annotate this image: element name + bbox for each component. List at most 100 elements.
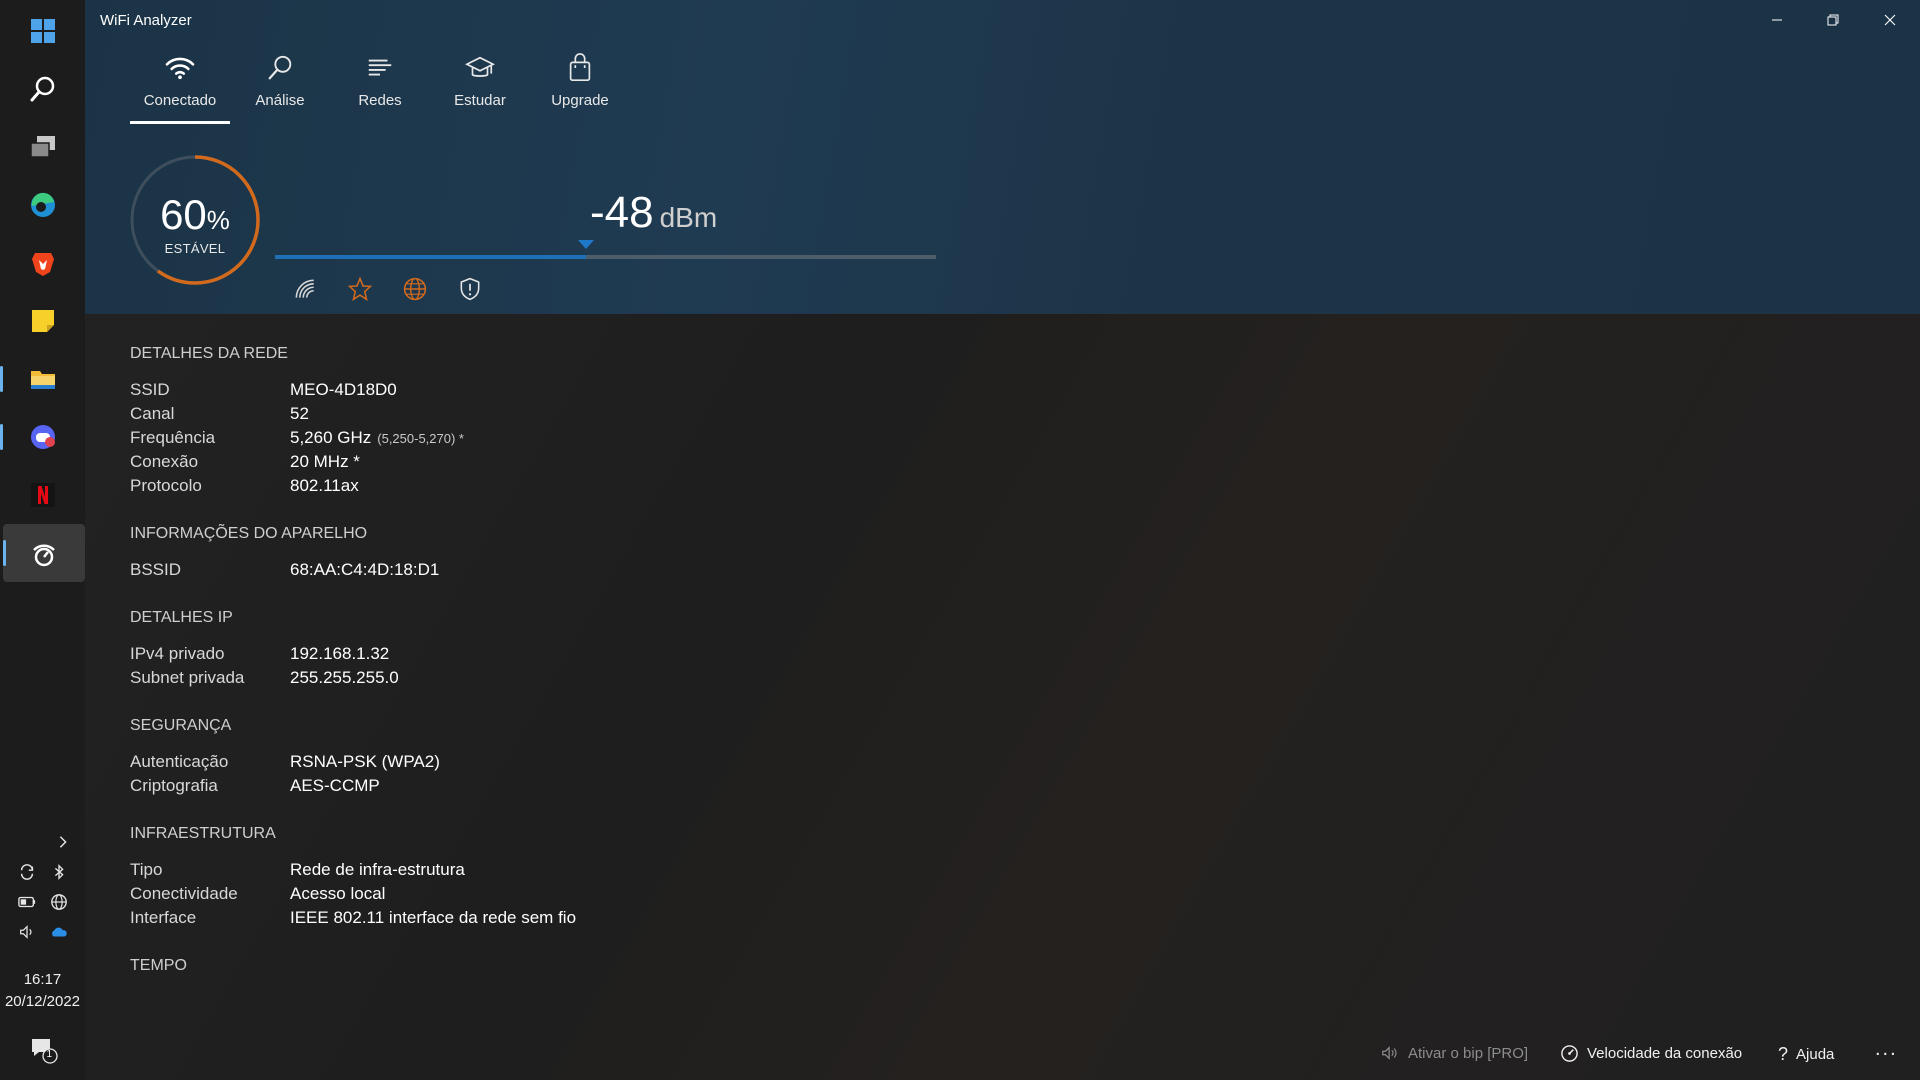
help-label: Ajuda [1796, 1046, 1835, 1063]
volume-icon[interactable] [16, 921, 38, 943]
clock-date: 20/12/2022 [4, 993, 81, 1010]
shield-alert-icon [460, 277, 480, 301]
crypto-value: AES-CCMP [290, 776, 380, 795]
detail-key: Canal [130, 404, 175, 423]
active-indicator [2, 540, 6, 566]
running-indicator [0, 424, 3, 450]
section-title: DETALHES DA REDE [130, 345, 288, 362]
minimize-icon [1772, 19, 1782, 21]
app-window: WiFi Analyzer Conectado Análise Redes Es… [85, 0, 1920, 1080]
network-globe-icon[interactable] [48, 891, 70, 913]
list-icon [368, 59, 392, 76]
running-indicator [0, 366, 3, 392]
detail-row: Interface IEEE 802.11 interface da rede s… [130, 906, 1030, 930]
windows-logo-icon [30, 19, 55, 43]
start-button[interactable] [0, 2, 85, 60]
clock[interactable]: 16:17 20/12/2022 [5, 969, 80, 1013]
detail-key: Interface [130, 908, 197, 927]
signal-strength-fill [275, 255, 586, 259]
magnifier-icon [268, 55, 292, 80]
security-section: SEGURANÇA Autenticação RSNA-PSK (WPA2) Cr… [130, 712, 1030, 798]
dbm-value: -48 [590, 188, 654, 237]
battery-icon[interactable] [16, 891, 38, 913]
file-explorer-app-button[interactable] [0, 350, 85, 408]
internet-check-button[interactable] [400, 274, 430, 304]
star-icon [347, 276, 373, 302]
signal-history-button[interactable] [290, 274, 320, 304]
search-icon [30, 76, 54, 102]
detail-row: SSID MEO-4D18D0 [130, 378, 1030, 402]
tab-redes[interactable]: Redes [330, 50, 430, 124]
signal-strength-bar [275, 255, 936, 259]
section-title: SEGURANÇA [130, 717, 232, 734]
signal-status: ESTÁVEL [164, 241, 226, 256]
edge-app-button[interactable] [0, 176, 85, 234]
restore-icon [1827, 14, 1839, 26]
detail-row: Conectividade Acesso local [130, 882, 1030, 906]
close-button[interactable] [1862, 0, 1918, 40]
ssid-value: MEO-4D18D0 [290, 380, 397, 399]
section-title: DETALHES IP [130, 609, 233, 626]
sync-icon[interactable] [16, 861, 38, 883]
more-options-button[interactable]: ... [1875, 1038, 1898, 1061]
sticky-note-icon [31, 310, 54, 332]
detail-key: BSSID [130, 560, 182, 579]
notification-center-button[interactable]: 1 [28, 1035, 58, 1070]
search-button[interactable] [0, 60, 85, 118]
detail-key: Conexão [130, 452, 199, 471]
detail-row: Frequência 5,260 GHz (5,250-5,270) * [130, 426, 1030, 450]
favorite-button[interactable] [345, 274, 375, 304]
bluetooth-icon[interactable] [48, 861, 70, 883]
game-controller-icon [30, 425, 55, 449]
tab-estudar[interactable]: Estudar [430, 50, 530, 124]
wifi-analyzer-app-button[interactable] [2, 524, 85, 582]
discord-app-button[interactable] [0, 408, 85, 466]
brave-app-button[interactable] [0, 234, 85, 292]
quality-number: 60 [160, 191, 207, 238]
beep-toggle-button[interactable]: Ativar o bip [PRO] [1380, 1044, 1528, 1062]
interface-value: IEEE 802.11 interface da rede sem fio [290, 908, 577, 927]
task-view-button[interactable] [0, 118, 85, 176]
speed-label: Velocidade da conexão [1587, 1045, 1743, 1062]
restore-button[interactable] [1805, 0, 1861, 40]
detail-key: Conectividade [130, 884, 238, 903]
minimize-button[interactable] [1749, 0, 1805, 40]
brave-lion-icon [31, 253, 54, 276]
signal-quality-gauge: 60% ESTÁVEL [128, 153, 262, 287]
ip-section: DETALHES IP IPv4 privado 192.168.1.32 Sub… [130, 604, 1030, 690]
tab-analise[interactable]: Análise [230, 50, 330, 124]
detail-key: IPv4 privado [130, 644, 225, 663]
onedrive-cloud-icon[interactable] [48, 921, 70, 943]
detail-row: Protocolo 802.11ax [130, 474, 1030, 498]
globe-icon [403, 277, 427, 301]
tab-upgrade[interactable]: Upgrade [530, 50, 630, 124]
security-button[interactable] [455, 274, 485, 304]
more-options-icon: ... [1875, 1038, 1898, 1060]
main-tabs: Conectado Análise Redes Estudar Upgrade [130, 50, 630, 124]
detail-key: Tipo [130, 860, 163, 879]
infra-section: INFRAESTRUTURA Tipo Rede de infra-estrutu… [130, 820, 1030, 930]
tab-conectado[interactable]: Conectado [130, 50, 230, 124]
netflix-app-button[interactable] [0, 466, 85, 524]
help-button[interactable]: ? Ajuda [1778, 1044, 1834, 1065]
type-value: Rede de infra-estrutura [290, 860, 465, 879]
detail-row: Canal 52 [130, 402, 1030, 426]
title-bar: WiFi Analyzer [85, 0, 1920, 40]
quick-actions [290, 274, 485, 304]
sticky-notes-app-button[interactable] [0, 292, 85, 350]
device-section: INFORMAÇÕES DO APARELHO BSSID 68:AA:C4:4D… [130, 520, 1030, 582]
close-icon [1884, 14, 1896, 26]
connectivity-value: Acesso local [290, 884, 386, 903]
tab-label: Análise [255, 92, 305, 109]
connection-speed-button[interactable]: Velocidade da conexão [1560, 1044, 1742, 1063]
tab-label: Upgrade [551, 92, 609, 109]
task-view-icon [29, 136, 55, 158]
notification-count: 1 [46, 1049, 53, 1060]
header-band [85, 0, 1920, 314]
time-section: TEMPO [130, 952, 1030, 980]
detail-row: Subnet privada 255.255.255.0 [130, 666, 1030, 690]
detail-row: Autenticação RSNA-PSK (WPA2) [130, 750, 1030, 774]
chevron-right-icon[interactable] [52, 831, 74, 853]
frequency-range: (5,250-5,270) * [377, 431, 464, 446]
section-title: INFORMAÇÕES DO APARELHO [130, 525, 368, 542]
